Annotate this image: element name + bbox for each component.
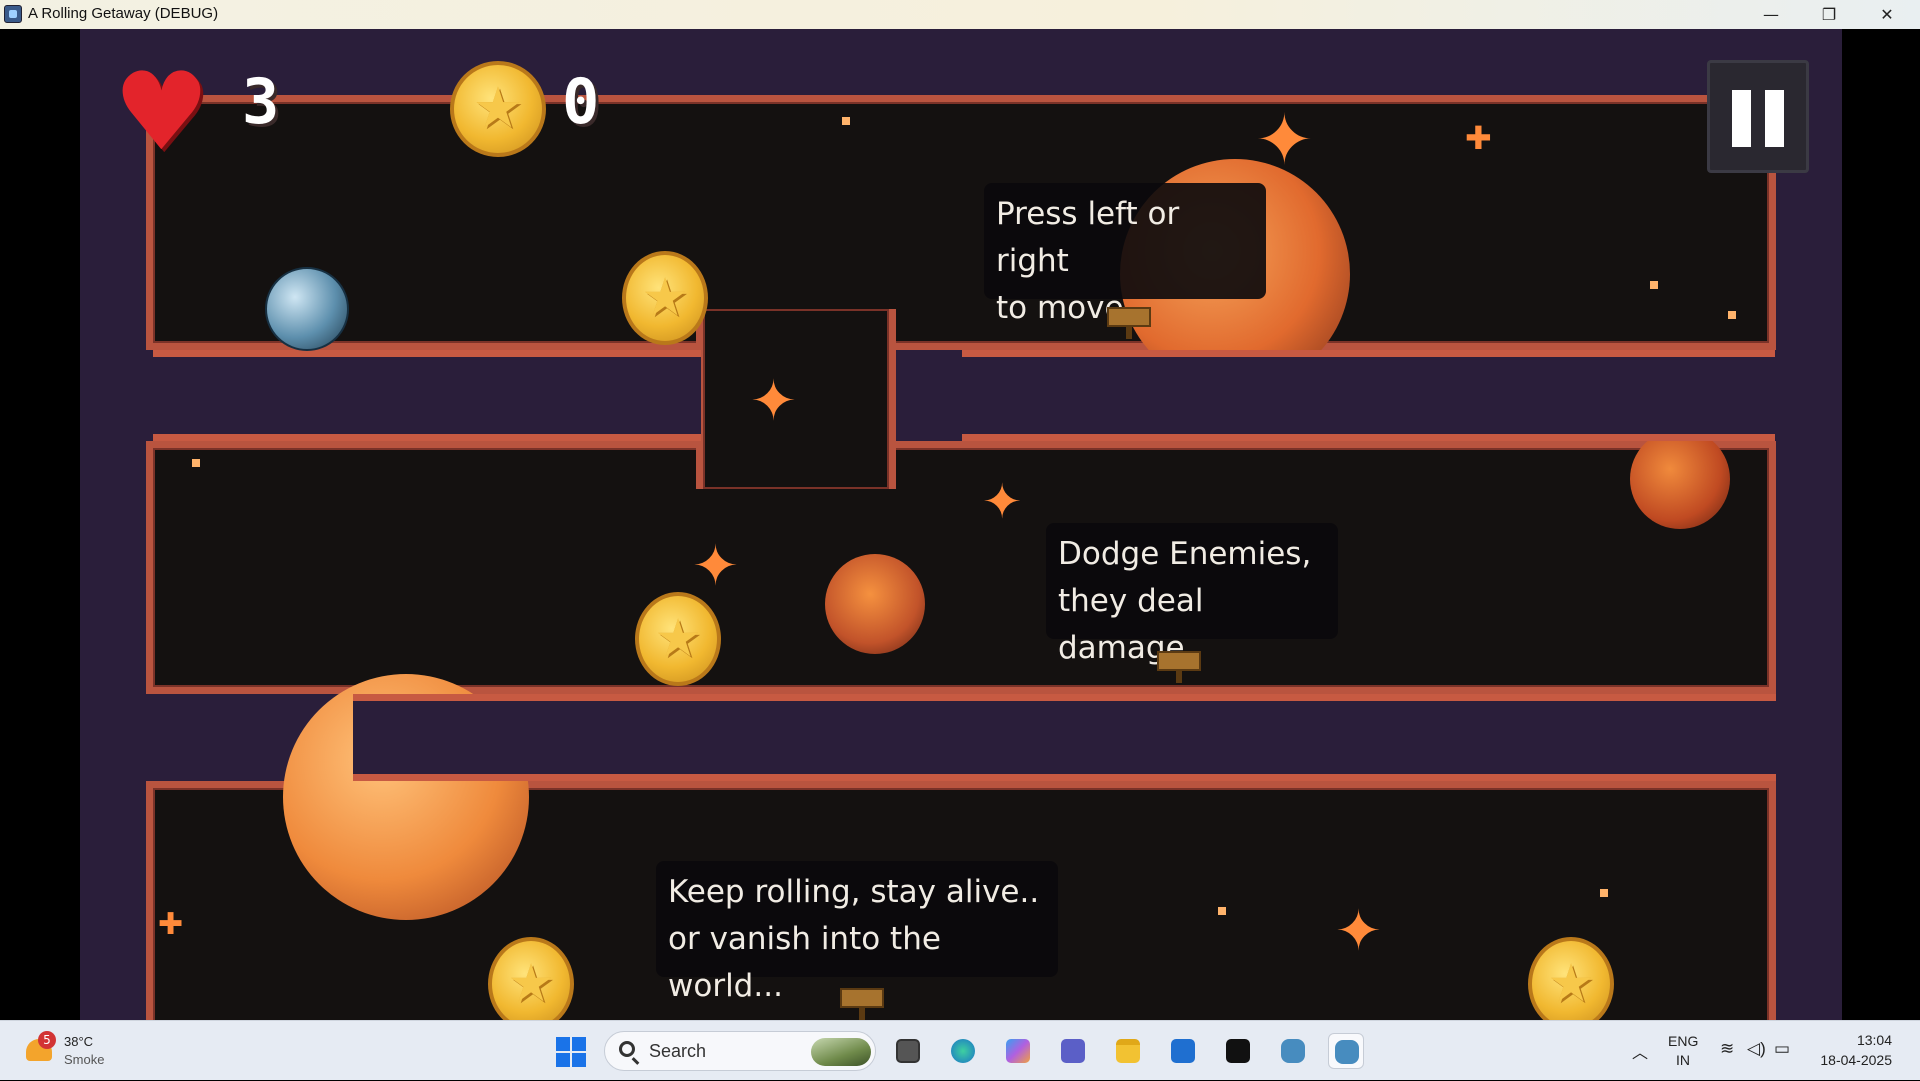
chevron-up-icon[interactable]: ︿ [1632, 1039, 1648, 1063]
rock-ledge-upper-left [153, 350, 701, 441]
store-button[interactable] [1165, 1033, 1201, 1069]
edge-icon [951, 1039, 975, 1063]
weather-widget[interactable]: 5 38°C Smoke [20, 1031, 130, 1071]
coin-pickup: ★ [622, 251, 708, 345]
coin-pickup: ★ [1528, 937, 1614, 1020]
clock-time[interactable]: 13:04 [1857, 1032, 1892, 1048]
star-sparkle-icon: ✦ [982, 474, 1023, 530]
star-sparkle-icon: ✦ [692, 534, 739, 599]
window-title: A Rolling Getaway (DEBUG) [28, 5, 219, 22]
hint-keep-rolling: Keep rolling, stay alive.. or vanish int… [656, 861, 1058, 1004]
godot-icon [1281, 1039, 1305, 1063]
cave-corridor-top [146, 95, 1776, 350]
godot-button[interactable] [1275, 1033, 1311, 1069]
dust-particle [1218, 907, 1226, 915]
task-view-icon [896, 1039, 920, 1063]
search-icon [619, 1041, 635, 1057]
search-placeholder: Search [649, 1041, 707, 1061]
teams-button[interactable] [1055, 1033, 1091, 1069]
dust-particle [1650, 281, 1658, 289]
restore-button[interactable]: ❐ [1800, 0, 1858, 29]
weather-condition: Smoke [64, 1052, 105, 1067]
affinity-icon [1226, 1039, 1250, 1063]
star-sparkle-icon: ✚ [158, 907, 184, 942]
star-sparkle-icon: ✦ [750, 369, 797, 434]
pause-button[interactable] [1707, 60, 1809, 173]
app-button[interactable] [1220, 1033, 1256, 1069]
language-indicator[interactable]: ENG [1668, 1033, 1698, 1049]
star-icon: ★ [507, 954, 555, 1014]
pause-icon [1732, 90, 1751, 147]
search-highlight-image [811, 1038, 871, 1066]
star-icon: ★ [654, 609, 702, 669]
hint-dodge: Dodge Enemies, they deal damage.. [1046, 523, 1338, 666]
game-viewport[interactable]: ✦ ✚ ✦ ✦ ✦ ✦ ✚ ★ ★ ★ ★ Press left or righ… [80, 29, 1842, 1020]
teams-icon [1061, 1039, 1085, 1063]
dust-particle [842, 117, 850, 125]
start-button[interactable] [556, 1037, 586, 1067]
heart-icon: ♥ [113, 50, 210, 175]
signpost-icon [840, 984, 884, 1020]
close-button[interactable]: ✕ [1858, 0, 1916, 29]
weather-temperature: 38°C [64, 1034, 94, 1049]
dust-particle [1728, 311, 1736, 319]
godot-game-icon [1335, 1040, 1359, 1064]
planet-decoration [1630, 429, 1730, 529]
dust-particle [192, 459, 200, 467]
signpost-icon [1157, 647, 1201, 683]
dust-particle [1600, 889, 1608, 897]
player-ball [265, 267, 349, 351]
rock-ledge-middle [353, 694, 1776, 781]
game-window-button[interactable] [1328, 1033, 1364, 1069]
copilot-button[interactable] [1000, 1033, 1036, 1069]
taskbar: 5 38°C Smoke Search ︿ ENG IN ≋ ◁) ▭ 13:0… [0, 1020, 1920, 1080]
file-explorer-button[interactable] [1110, 1033, 1146, 1069]
system-tray: ︿ ENG IN ≋ ◁) ▭ 13:04 18-04-2025 [1620, 1021, 1920, 1081]
cave-corridor-middle [146, 441, 1776, 694]
star-sparkle-icon: ✚ [1465, 119, 1492, 157]
lives-count: 3 [242, 65, 280, 138]
search-box[interactable]: Search [604, 1031, 876, 1071]
volume-icon[interactable]: ◁) [1747, 1039, 1766, 1059]
star-icon: ★ [472, 76, 524, 141]
rock-ledge-upper-right [962, 350, 1775, 441]
folder-icon [1116, 1039, 1140, 1063]
coin-pickup: ★ [635, 592, 721, 686]
minimize-button[interactable]: — [1742, 0, 1800, 29]
task-view-button[interactable] [890, 1033, 926, 1069]
copilot-icon [1006, 1039, 1030, 1063]
star-sparkle-icon: ✦ [1255, 99, 1314, 181]
star-icon: ★ [1547, 954, 1595, 1014]
signpost-icon [1107, 303, 1151, 339]
coin-pickup: ★ [488, 937, 574, 1020]
coins-count: 0 [562, 65, 600, 138]
app-icon [4, 5, 22, 23]
edge-button[interactable] [945, 1033, 981, 1069]
star-icon: ★ [641, 268, 689, 328]
battery-icon[interactable]: ▭ [1774, 1039, 1790, 1059]
clock-date[interactable]: 18-04-2025 [1820, 1052, 1892, 1068]
wifi-icon[interactable]: ≋ [1720, 1039, 1734, 1059]
store-icon [1171, 1039, 1195, 1063]
star-sparkle-icon: ✦ [1335, 899, 1382, 964]
region-indicator: IN [1676, 1052, 1690, 1068]
notification-badge: 5 [38, 1031, 56, 1049]
planet-decoration [825, 554, 925, 654]
hint-move: Press left or right to move.. [984, 183, 1266, 326]
title-bar: A Rolling Getaway (DEBUG) — ❐ ✕ [0, 0, 1920, 29]
coin-counter-icon: ★ [450, 61, 546, 157]
